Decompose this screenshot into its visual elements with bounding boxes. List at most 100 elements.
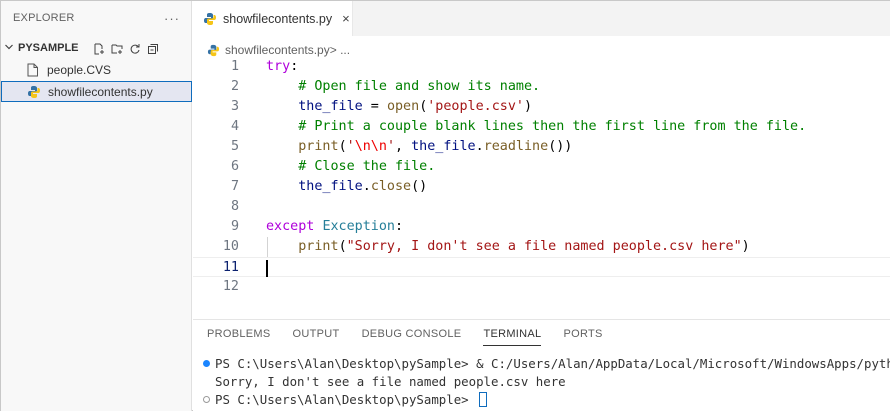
code-token: ) bbox=[524, 99, 533, 114]
code-token: # Close the file. bbox=[298, 159, 436, 174]
tab-terminal[interactable]: TERMINAL bbox=[483, 326, 542, 346]
code-token: : bbox=[290, 59, 299, 74]
code-text: except Exception: bbox=[266, 217, 403, 237]
explorer-sidebar: EXPLORER ··· PYSAMPLE people.CVS showfil… bbox=[1, 1, 192, 411]
code-token: ( bbox=[338, 139, 347, 154]
line-number: 9 bbox=[230, 219, 239, 234]
code-text: # Print a couple blank lines then the fi… bbox=[266, 117, 806, 137]
code-token: \n\n bbox=[354, 139, 387, 154]
close-icon[interactable]: × bbox=[342, 11, 350, 26]
new-file-icon[interactable] bbox=[93, 42, 105, 55]
python-icon bbox=[26, 84, 42, 100]
tab-showfilecontents[interactable]: showfilecontents.py × bbox=[193, 1, 353, 36]
code-token: ' bbox=[386, 139, 395, 154]
command-pending-icon bbox=[203, 396, 210, 403]
command-success-icon bbox=[203, 360, 210, 367]
code-token: the_file bbox=[411, 139, 476, 154]
code-line[interactable]: 5 print('\n\n', the_file.readline()) bbox=[193, 137, 890, 157]
file-item-label: people.CVS bbox=[47, 62, 112, 77]
explorer-title: EXPLORER bbox=[13, 12, 75, 24]
code-token: () bbox=[411, 179, 428, 194]
code-token: print bbox=[298, 239, 339, 254]
line-number: 8 bbox=[230, 199, 239, 214]
code-token: ' bbox=[346, 139, 355, 154]
chevron-down-icon[interactable] bbox=[4, 42, 16, 55]
line-number: 2 bbox=[230, 79, 239, 94]
line-number: 10 bbox=[222, 239, 239, 254]
line-number: 6 bbox=[230, 159, 239, 174]
code-token: "Sorry, I don't see a file named people.… bbox=[346, 239, 742, 254]
new-folder-icon[interactable] bbox=[111, 42, 123, 54]
file-icon bbox=[25, 62, 41, 78]
explorer-header: EXPLORER ··· bbox=[1, 1, 192, 35]
code-token: ) bbox=[741, 239, 750, 254]
code-text: # Close the file. bbox=[266, 157, 435, 177]
code-token: print bbox=[298, 139, 339, 154]
code-editor[interactable]: 1 try: 2 # Open file and show its name. 3 t… bbox=[193, 59, 890, 315]
code-line[interactable]: 12 bbox=[193, 277, 890, 297]
tab-problems[interactable]: PROBLEMS bbox=[207, 326, 271, 346]
code-line[interactable]: 6 # Close the file. bbox=[193, 157, 890, 177]
code-token: open bbox=[386, 99, 420, 114]
code-token: # Open file and show its name. bbox=[298, 79, 541, 94]
code-token: readline bbox=[483, 139, 549, 154]
collapse-all-icon[interactable] bbox=[147, 42, 159, 54]
code-line[interactable]: 9 except Exception: bbox=[193, 217, 890, 237]
code-line[interactable]: 2 # Open file and show its name. bbox=[193, 77, 890, 97]
code-text: try: bbox=[266, 57, 298, 77]
code-text: print('\n\n', the_file.readline()) bbox=[266, 137, 572, 157]
tab-label: showfilecontents.py bbox=[223, 11, 333, 26]
line-number: 5 bbox=[230, 139, 239, 154]
line-number: 1 bbox=[230, 59, 239, 74]
terminal-cursor bbox=[479, 392, 488, 407]
code-token: , bbox=[395, 139, 412, 154]
code-line[interactable]: 4 # Print a couple blank lines then the … bbox=[193, 117, 890, 137]
code-line[interactable]: 11 bbox=[193, 257, 890, 277]
code-token: : bbox=[395, 219, 404, 234]
code-line[interactable]: 7 the_file.close() bbox=[193, 177, 890, 197]
line-number: 4 bbox=[230, 119, 239, 134]
folder-row[interactable]: PYSAMPLE bbox=[1, 38, 192, 58]
terminal-line: PS C:\Users\Alan\Desktop\pySample> & C:/… bbox=[203, 355, 890, 373]
line-number: 11 bbox=[222, 260, 239, 275]
tab-debug-console[interactable]: DEBUG CONSOLE bbox=[362, 326, 462, 346]
folder-actions bbox=[93, 42, 159, 55]
panel-tabs: PROBLEMS OUTPUT DEBUG CONSOLE TERMINAL PORTS bbox=[207, 326, 603, 346]
app-window: EXPLORER ··· PYSAMPLE people.CVS showfil… bbox=[0, 0, 890, 411]
code-text: the_file = open('people.csv') bbox=[266, 97, 532, 117]
file-item-showfilecontents[interactable]: showfilecontents.py bbox=[1, 81, 192, 102]
code-token: the_file bbox=[298, 99, 363, 114]
refresh-icon[interactable] bbox=[129, 42, 141, 54]
editor-area: showfilecontents.py × showfilecontents.p… bbox=[193, 1, 890, 319]
line-number: 12 bbox=[222, 279, 239, 294]
code-line[interactable]: 3 the_file = open('people.csv') bbox=[193, 97, 890, 117]
tab-output[interactable]: OUTPUT bbox=[293, 326, 340, 346]
code-line[interactable]: 1 try: bbox=[193, 57, 890, 77]
code-token: except bbox=[266, 219, 315, 234]
code-line[interactable]: 10 print("Sorry, I don't see a file name… bbox=[193, 237, 890, 257]
breadcrumb-rest[interactable]: > ... bbox=[330, 43, 350, 57]
text-cursor bbox=[266, 260, 268, 277]
editor-tabbar: showfilecontents.py × bbox=[193, 1, 890, 36]
code-token: # Print a couple blank lines then the fi… bbox=[298, 119, 807, 134]
python-icon bbox=[207, 44, 220, 57]
code-line[interactable]: 8 bbox=[193, 197, 890, 217]
code-token: . bbox=[475, 139, 484, 154]
code-text: # Open file and show its name. bbox=[266, 77, 540, 97]
breadcrumb-file[interactable]: showfilecontents.py bbox=[225, 43, 330, 57]
more-actions-icon[interactable]: ··· bbox=[164, 11, 180, 26]
terminal[interactable]: PS C:\Users\Alan\Desktop\pySample> & C:/… bbox=[203, 355, 890, 409]
bottom-panel: PROBLEMS OUTPUT DEBUG CONSOLE TERMINAL PORTS… bbox=[193, 319, 890, 411]
code-text: print("Sorry, I don't see a file named p… bbox=[266, 237, 750, 257]
code-token: try bbox=[266, 59, 291, 74]
code-token: the_file bbox=[298, 179, 363, 194]
terminal-line: Sorry, I don't see a file named people.c… bbox=[215, 374, 566, 389]
file-item-people-cvs[interactable]: people.CVS bbox=[1, 59, 192, 80]
tab-ports[interactable]: PORTS bbox=[563, 326, 602, 346]
code-token: Exception bbox=[322, 219, 395, 234]
